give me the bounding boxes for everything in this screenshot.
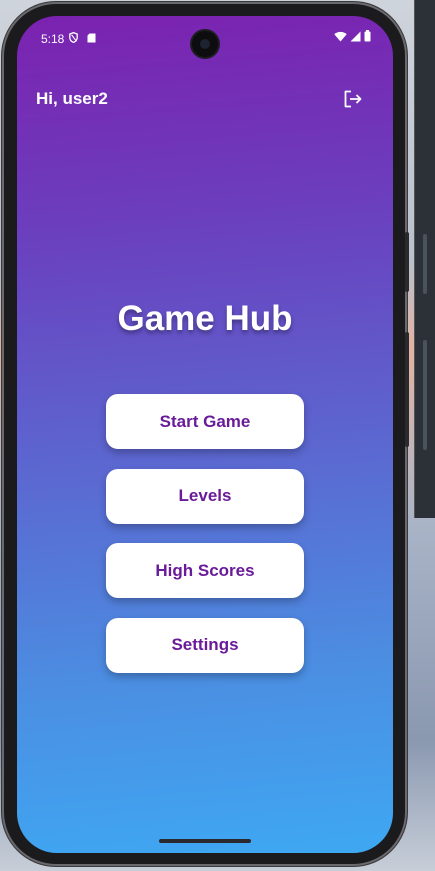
high-scores-button[interactable]: High Scores [106, 543, 304, 598]
signal-icon [350, 31, 361, 41]
front-camera [192, 31, 218, 57]
power-button [405, 232, 409, 292]
window-scrollbar-lower [423, 340, 427, 450]
sd-card-icon [87, 33, 96, 43]
shield-icon [69, 32, 78, 43]
main-menu: Start Game Levels High Scores Settings [106, 394, 304, 692]
levels-button[interactable]: Levels [106, 468, 304, 524]
page-title: Game Hub [117, 299, 293, 338]
start-game-button[interactable]: Start Game [106, 394, 304, 449]
logout-icon[interactable] [342, 88, 364, 110]
status-bar: 5:18 [17, 16, 393, 62]
home-indicator[interactable] [159, 839, 251, 843]
status-icons [334, 30, 371, 42]
wifi-icon [334, 31, 347, 41]
settings-button[interactable]: Settings [106, 617, 304, 673]
battery-icon [364, 30, 371, 42]
phone-screen: 5:18 Hi, user2 Game Hub Start Game Level… [17, 16, 393, 853]
background-window [414, 0, 435, 518]
window-scrollbar [423, 234, 427, 294]
volume-button [405, 332, 409, 447]
status-time: 5:18 [41, 32, 65, 46]
greeting-text: Hi, user2 [36, 89, 108, 108]
